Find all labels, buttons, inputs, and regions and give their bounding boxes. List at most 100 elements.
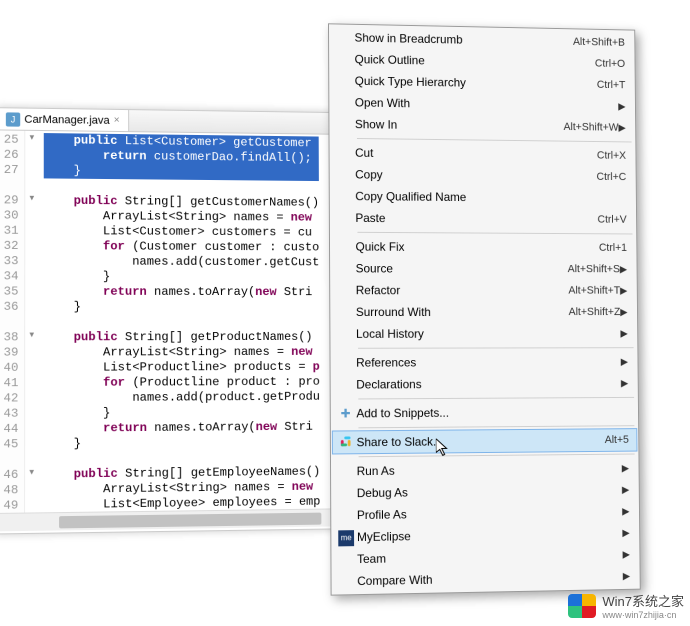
fold-toggle-icon — [26, 437, 38, 452]
line-number — [4, 315, 19, 330]
code-line[interactable]: ArrayList<String> names = new — [44, 345, 320, 361]
menu-item-label: Declarations — [356, 376, 621, 391]
context-menu[interactable]: Show in BreadcrumbAlt+Shift+BQuick Outli… — [328, 23, 641, 595]
menu-item-paste[interactable]: PasteCtrl+V — [332, 207, 635, 231]
code-line[interactable]: } — [44, 300, 319, 315]
fold-toggle-icon — [26, 285, 38, 300]
submenu-arrow-icon: ▶ — [620, 307, 627, 318]
line-number: 42 — [3, 391, 18, 406]
java-file-icon: J — [6, 112, 20, 126]
menu-item-shortcut: Alt+Shift+S — [568, 263, 620, 275]
me-icon: me — [335, 529, 357, 546]
submenu-arrow-icon: ▶ — [623, 549, 630, 560]
fold-toggle-icon[interactable]: ▾ — [26, 467, 38, 482]
line-number: 48 — [3, 483, 18, 499]
menu-item-shortcut: Ctrl+T — [597, 79, 626, 91]
menu-item-label: Share to Slack... — [357, 433, 605, 449]
menu-item-shortcut: Alt+Shift+Z — [569, 306, 621, 318]
line-number: 40 — [4, 361, 19, 376]
menu-separator — [357, 232, 632, 235]
fold-toggle-icon — [26, 452, 38, 467]
line-number — [4, 178, 19, 193]
submenu-arrow-icon: ▶ — [621, 356, 628, 367]
line-number: 46 — [3, 468, 18, 483]
menu-item-label: References — [356, 355, 621, 370]
submenu-arrow-icon: ▶ — [622, 463, 629, 474]
menu-item-label: Open With — [355, 96, 619, 114]
menu-item-label: Copy Qualified Name — [355, 189, 626, 205]
close-tab-icon[interactable]: × — [114, 115, 120, 126]
watermark-url: www·win7zhijia·cn — [602, 610, 684, 620]
fold-toggle-icon[interactable]: ▾ — [26, 330, 38, 345]
menu-item-copy[interactable]: CopyCtrl+C — [332, 163, 634, 188]
line-number — [3, 452, 18, 467]
menu-item-compare-with[interactable]: Compare With▶ — [333, 565, 637, 592]
fold-gutter[interactable]: ▾ ▾ ▾ ▾ — [26, 131, 39, 513]
line-number: 43 — [3, 406, 18, 421]
menu-item-quick-fix[interactable]: Quick FixCtrl+1 — [332, 236, 635, 259]
line-number: 25 — [4, 133, 19, 148]
menu-separator — [358, 347, 634, 349]
menu-item-label: Debug As — [357, 483, 622, 500]
fold-toggle-icon[interactable]: ▾ — [26, 133, 38, 148]
line-number: 29 — [4, 193, 19, 208]
menu-item-label: Paste — [355, 211, 597, 226]
menu-separator — [358, 397, 634, 400]
menu-item-label: Quick Type Hierarchy — [355, 74, 597, 92]
menu-item-share-to-slack[interactable]: Share to Slack...Alt+5 — [333, 429, 637, 453]
menu-item-local-history[interactable]: Local History▶ — [332, 323, 635, 345]
code-line[interactable]: } — [44, 269, 319, 285]
line-number: 32 — [4, 239, 19, 254]
menu-item-add-to-snippets[interactable]: ✚Add to Snippets... — [333, 401, 637, 425]
menu-item-shortcut: Alt+5 — [605, 434, 629, 446]
code-line[interactable]: names.add(customer.getCust — [44, 254, 319, 270]
fold-toggle-icon — [26, 163, 38, 178]
code-line[interactable]: for (Customer customer : custo — [44, 239, 319, 255]
menu-item-source[interactable]: SourceAlt+Shift+S▶ — [332, 257, 635, 280]
menu-item-label: Refactor — [356, 283, 569, 297]
fold-toggle-icon[interactable]: ▾ — [26, 193, 38, 208]
menu-item-surround-with[interactable]: Surround WithAlt+Shift+Z▶ — [332, 301, 635, 323]
code-line[interactable]: ArrayList<String> names = new — [44, 209, 319, 226]
code-line[interactable]: List<Productline> products = p — [44, 360, 320, 376]
code-line[interactable]: for (Productline product : pro — [44, 375, 320, 391]
fold-toggle-icon — [26, 406, 38, 421]
editor-tab-label: CarManager.java — [24, 113, 109, 126]
submenu-arrow-icon: ▶ — [623, 571, 630, 582]
submenu-arrow-icon: ▶ — [618, 101, 625, 112]
code-line[interactable]: return customerDao.findAll(); — [44, 148, 319, 166]
watermark-brand: Win7系统之家 — [602, 591, 684, 610]
code-line[interactable]: List<Customer> customers = cu — [44, 224, 319, 241]
code-line[interactable]: public String[] getProductNames() — [44, 330, 320, 345]
menu-item-refactor[interactable]: RefactorAlt+Shift+T▶ — [332, 279, 635, 301]
menu-item-label: Surround With — [356, 305, 569, 319]
menu-item-label: Quick Outline — [355, 52, 595, 70]
menu-item-show-in[interactable]: Show InAlt+Shift+W▶ — [331, 113, 633, 139]
scrollbar-thumb[interactable] — [59, 512, 321, 528]
menu-item-label: Source — [356, 261, 568, 276]
line-number: 31 — [4, 224, 19, 239]
editor-tab[interactable]: J CarManager.java × — [0, 108, 129, 131]
menu-item-references[interactable]: References▶ — [332, 351, 635, 374]
menu-item-shortcut: Ctrl+C — [596, 171, 626, 183]
menu-item-shortcut: Ctrl+1 — [599, 242, 627, 254]
code-line[interactable] — [44, 315, 319, 330]
fold-toggle-icon — [26, 269, 38, 284]
fold-toggle-icon — [26, 345, 38, 360]
menu-item-copy-qualified-name[interactable]: Copy Qualified Name — [332, 185, 634, 209]
code-line[interactable]: names.add(product.getProdu — [44, 390, 320, 407]
menu-item-label: Profile As — [357, 505, 622, 523]
line-number-gutter: 2526272930313233343536383940414243444546… — [0, 130, 26, 512]
menu-item-shortcut: Ctrl+V — [597, 214, 626, 226]
menu-item-declarations[interactable]: Declarations▶ — [333, 373, 636, 396]
code-line[interactable]: return names.toArray(new Stri — [44, 285, 319, 301]
submenu-arrow-icon: ▶ — [620, 285, 627, 296]
code-text[interactable]: public List<Customer> getCustomer return… — [38, 131, 321, 512]
line-number: 41 — [4, 376, 19, 391]
windows-logo-icon — [568, 594, 596, 618]
code-line[interactable]: return names.toArray(new Stri — [44, 420, 320, 437]
menu-item-label: Cut — [355, 146, 597, 163]
slack-icon — [335, 434, 357, 451]
line-number: 33 — [4, 254, 19, 269]
fold-toggle-icon — [26, 254, 38, 269]
